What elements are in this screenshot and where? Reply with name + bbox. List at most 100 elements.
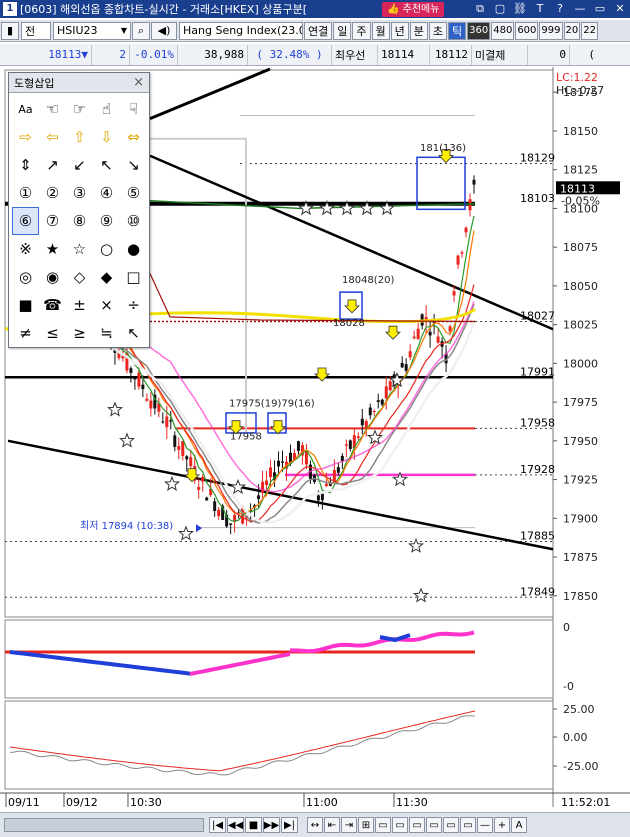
period-button-4[interactable]: 년 bbox=[390, 21, 409, 40]
shape-tool-11[interactable]: ↗ bbox=[39, 151, 66, 179]
tool-button-12[interactable]: A bbox=[511, 817, 527, 833]
shape-tool-28[interactable]: ○ bbox=[93, 235, 120, 263]
interval-button-360[interactable]: 360 bbox=[467, 21, 491, 40]
tool-button-11[interactable]: + bbox=[494, 817, 510, 833]
shape-tool-30[interactable]: ◎ bbox=[12, 263, 39, 291]
shape-tool-9[interactable]: ⇔ bbox=[120, 123, 147, 151]
shape-tool-14[interactable]: ↘ bbox=[120, 151, 147, 179]
interval-button-999[interactable]: 999 bbox=[539, 21, 563, 40]
period-button-7[interactable]: 틱 bbox=[448, 21, 467, 40]
close-icon[interactable]: ✕ bbox=[612, 2, 628, 16]
shape-tool-22[interactable]: ⑧ bbox=[66, 207, 93, 235]
shape-tool-1[interactable]: ☜ bbox=[39, 95, 66, 123]
market-select[interactable]: 전 bbox=[21, 21, 51, 40]
shape-tool-24[interactable]: ⑩ bbox=[120, 207, 147, 235]
shape-tool-5[interactable]: ⇨ bbox=[12, 123, 39, 151]
shape-tool-6[interactable]: ⇦ bbox=[39, 123, 66, 151]
help-icon[interactable]: ? bbox=[552, 2, 568, 16]
period-button-3[interactable]: 월 bbox=[371, 21, 390, 40]
shape-tool-23[interactable]: ⑨ bbox=[93, 207, 120, 235]
recommend-menu-button[interactable]: 👍 추천메뉴 bbox=[382, 1, 445, 17]
tool-button-3[interactable]: ⊞ bbox=[358, 817, 374, 833]
shape-tool-41[interactable]: ≤ bbox=[39, 319, 66, 347]
shape-tool-17[interactable]: ③ bbox=[66, 179, 93, 207]
shape-tool-18[interactable]: ④ bbox=[93, 179, 120, 207]
search-button[interactable]: ⌕ bbox=[132, 21, 150, 40]
interval-button-480[interactable]: 480 bbox=[491, 21, 515, 40]
maximize-icon[interactable]: ▭ bbox=[592, 2, 608, 16]
symbol-input[interactable]: HSIU23 ▼ bbox=[53, 21, 131, 40]
shape-tool-43[interactable]: ≒ bbox=[93, 319, 120, 347]
shape-tool-31[interactable]: ◉ bbox=[39, 263, 66, 291]
shape-tool-20[interactable]: ⑥ bbox=[12, 207, 39, 235]
tool-button-4[interactable]: ▭ bbox=[375, 817, 391, 833]
shape-tool-42[interactable]: ≥ bbox=[66, 319, 93, 347]
shape-tool-10[interactable]: ⇕ bbox=[12, 151, 39, 179]
shape-tool-32[interactable]: ◇ bbox=[66, 263, 93, 291]
shape-tool-29[interactable]: ● bbox=[120, 235, 147, 263]
candle-body bbox=[213, 501, 217, 511]
shape-tool-21[interactable]: ⑦ bbox=[39, 207, 66, 235]
shape-tool-3[interactable]: ☝ bbox=[93, 95, 120, 123]
copy-icon[interactable]: ⧉ bbox=[472, 2, 488, 16]
tool-button-9[interactable]: ▭ bbox=[460, 817, 476, 833]
tool-button-1[interactable]: ⇤ bbox=[324, 817, 340, 833]
tool-button-6[interactable]: ▭ bbox=[409, 817, 425, 833]
shape-insert-panel: 도형삽입 × Aa ☜ ☞ ☝ ☟ ⇨ ⇦ ⇧ ⇩ ⇔ ⇕ ↗ ↙ ↖ ↘ ① ② ③ ④ ⑤ ⑥ ⑦ ⑧ ⑨ ⑩ ※ ★ ☆ ○ ● ◎ ◉… bbox=[8, 72, 150, 348]
shape-tool-34[interactable]: □ bbox=[120, 263, 147, 291]
tool-button-8[interactable]: ▭ bbox=[443, 817, 459, 833]
interval-button-600[interactable]: 600 bbox=[515, 21, 539, 40]
nav-button-0[interactable]: |◀ bbox=[209, 817, 226, 833]
price-level-label: 17958 bbox=[520, 416, 555, 429]
shape-tool-15[interactable]: ① bbox=[12, 179, 39, 207]
shape-tool-8[interactable]: ⇩ bbox=[93, 123, 120, 151]
shape-tool-37[interactable]: ± bbox=[66, 291, 93, 319]
period-button-2[interactable]: 주 bbox=[352, 21, 371, 40]
period-button-6[interactable]: 초 bbox=[428, 21, 447, 40]
nav-button-1[interactable]: ◀◀ bbox=[227, 817, 244, 833]
shape-tool-36[interactable]: ☎ bbox=[39, 291, 66, 319]
nav-button-4[interactable]: ▶| bbox=[281, 817, 298, 833]
chart-annotation: 17958 bbox=[230, 431, 262, 442]
shape-tool-39[interactable]: ÷ bbox=[120, 291, 147, 319]
shape-tool-27[interactable]: ☆ bbox=[66, 235, 93, 263]
shape-tool-2[interactable]: ☞ bbox=[66, 95, 93, 123]
candle-body bbox=[261, 481, 265, 493]
shape-tool-7[interactable]: ⇧ bbox=[66, 123, 93, 151]
tool-button-10[interactable]: — bbox=[477, 817, 493, 833]
tool-button-2[interactable]: ⇥ bbox=[341, 817, 357, 833]
nav-button-2[interactable]: ■ bbox=[245, 817, 262, 833]
text-icon[interactable]: T bbox=[532, 2, 548, 16]
shape-tool-35[interactable]: ■ bbox=[12, 291, 39, 319]
nav-button-3[interactable]: ▶▶ bbox=[263, 817, 280, 833]
close-icon[interactable]: × bbox=[133, 75, 144, 90]
shape-tool-12[interactable]: ↙ bbox=[66, 151, 93, 179]
shape-tool-40[interactable]: ≠ bbox=[12, 319, 39, 347]
shape-tool-4[interactable]: ☟ bbox=[120, 95, 147, 123]
speaker-button[interactable]: ◀) bbox=[151, 21, 177, 40]
minimize-icon[interactable]: — bbox=[572, 2, 588, 16]
menu-button[interactable]: ▮ bbox=[1, 21, 19, 40]
tool-button-7[interactable]: ▭ bbox=[426, 817, 442, 833]
shape-tool-0[interactable]: Aa bbox=[12, 95, 39, 123]
shape-tool-16[interactable]: ② bbox=[39, 179, 66, 207]
shape-tool-26[interactable]: ★ bbox=[39, 235, 66, 263]
window-icon[interactable]: ▢ bbox=[492, 2, 508, 16]
tool-button-5[interactable]: ▭ bbox=[392, 817, 408, 833]
candle-body bbox=[229, 523, 233, 525]
shape-tool-13[interactable]: ↖ bbox=[93, 151, 120, 179]
shape-grid: Aa ☜ ☞ ☝ ☟ ⇨ ⇦ ⇧ ⇩ ⇔ ⇕ ↗ ↙ ↖ ↘ ① ② ③ ④ ⑤ ⑥ ⑦ ⑧ ⑨ ⑩ ※ ★ ☆ ○ ● ◎ ◉ ◇ ◆ □ ■ ☎ ± ×… bbox=[9, 93, 149, 347]
shape-tool-19[interactable]: ⑤ bbox=[120, 179, 147, 207]
period-button-5[interactable]: 분 bbox=[409, 21, 428, 40]
period-button-0[interactable]: 연결 bbox=[304, 21, 333, 40]
period-button-1[interactable]: 일 bbox=[333, 21, 352, 40]
shape-tool-25[interactable]: ※ bbox=[12, 235, 39, 263]
chart-scrollbar[interactable] bbox=[4, 818, 204, 832]
shape-tool-44[interactable]: ↖ bbox=[120, 319, 147, 347]
shape-tool-33[interactable]: ◆ bbox=[93, 263, 120, 291]
interval-button-22[interactable]: 22 bbox=[581, 21, 598, 40]
shape-tool-38[interactable]: × bbox=[93, 291, 120, 319]
link-icon[interactable]: ⛓ bbox=[512, 2, 528, 16]
tool-button-0[interactable]: ↔ bbox=[307, 817, 323, 833]
interval-button-20[interactable]: 20 bbox=[563, 21, 581, 40]
